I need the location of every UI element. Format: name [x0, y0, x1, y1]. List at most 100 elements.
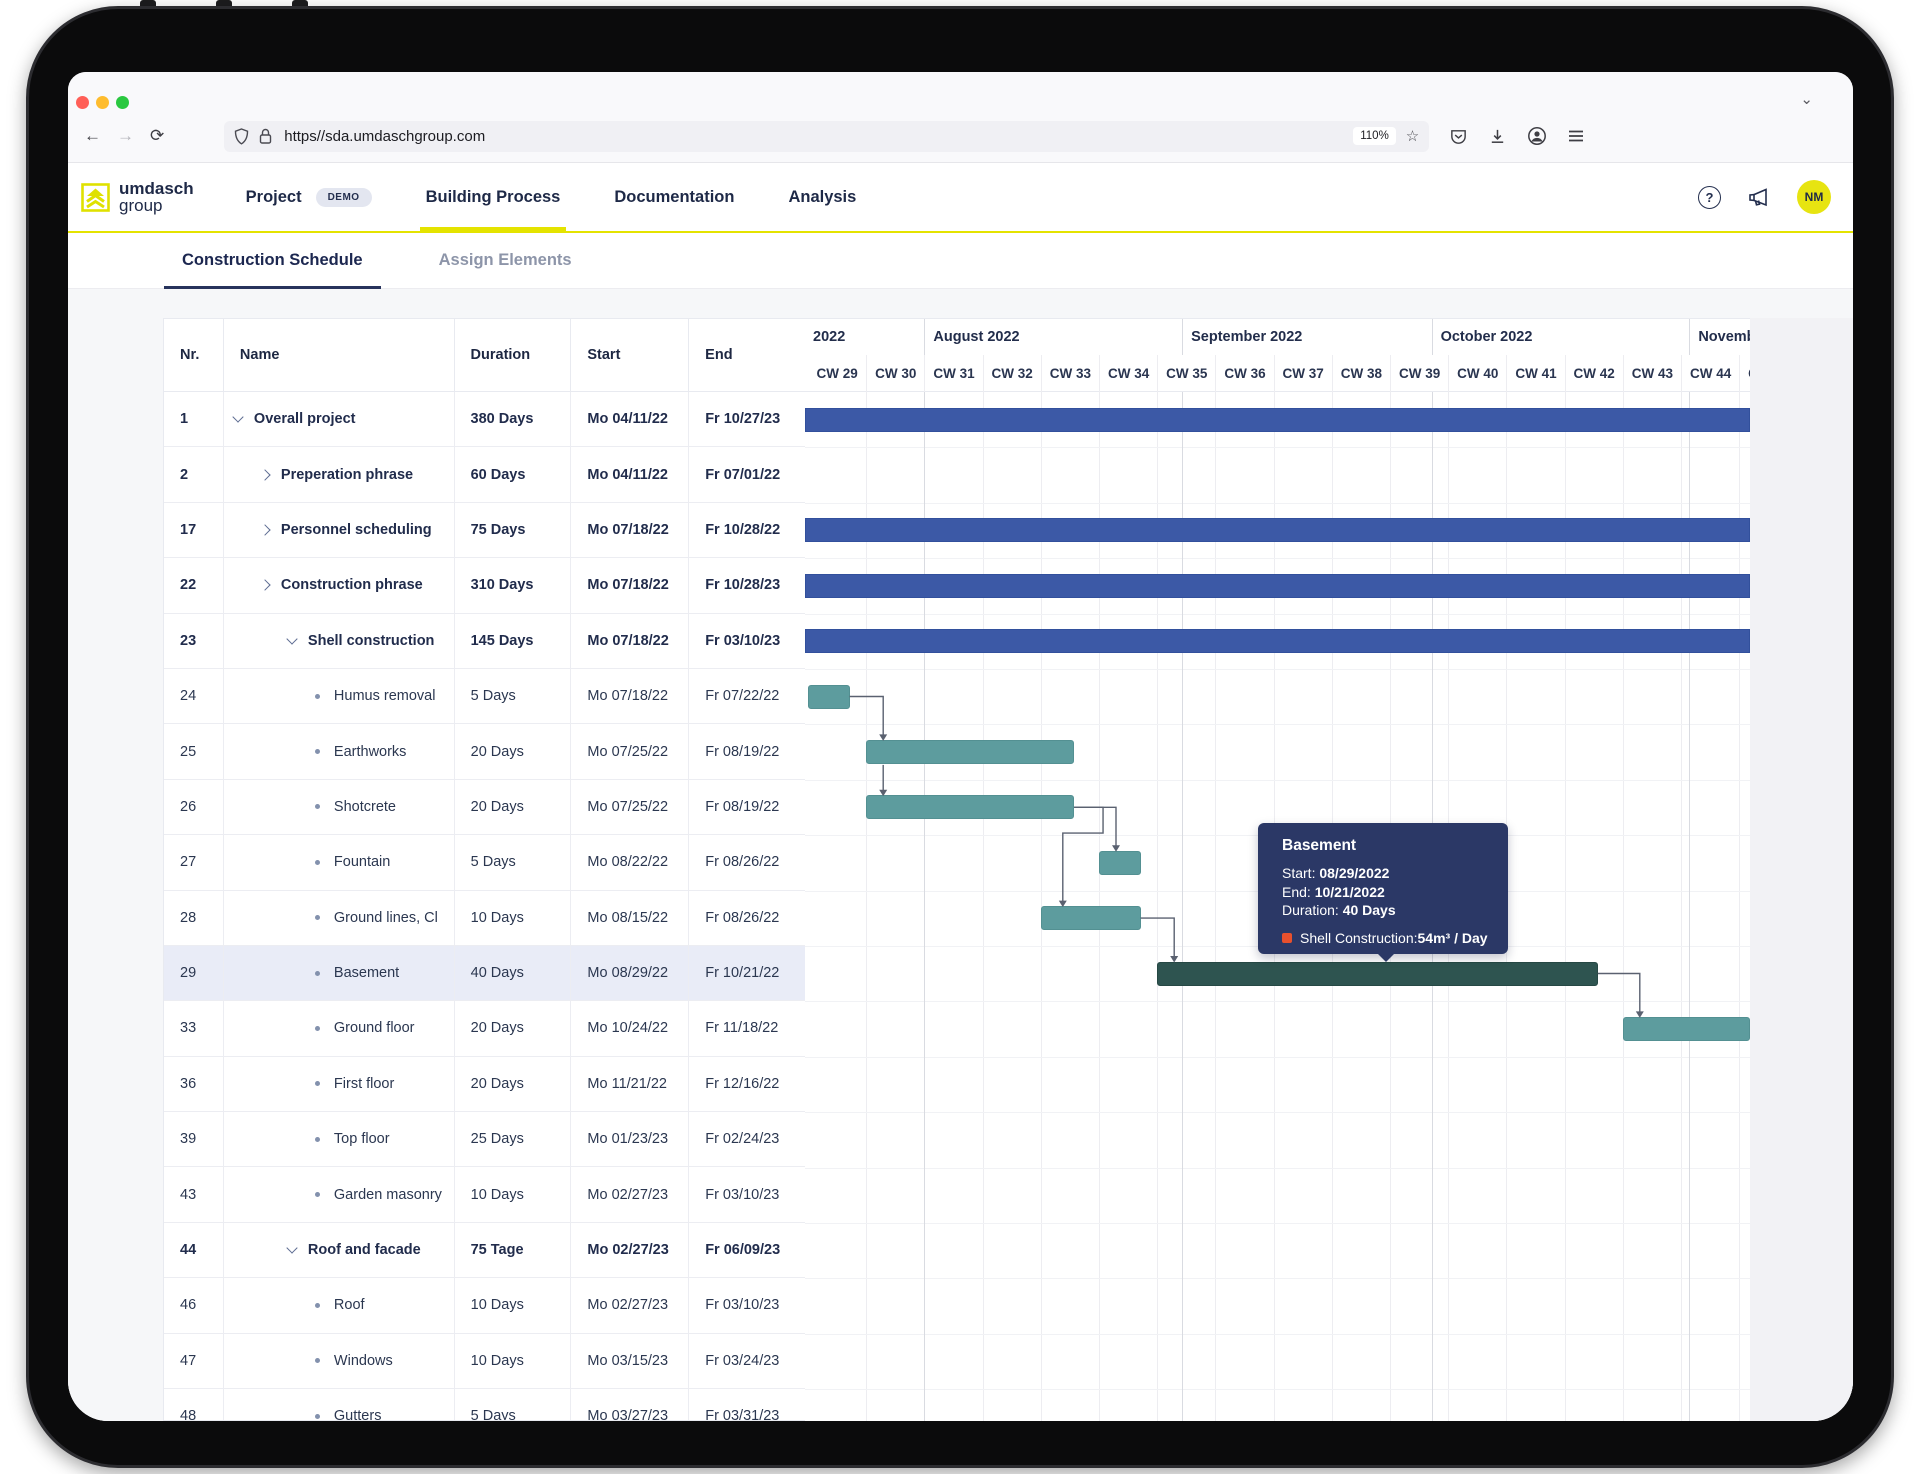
minimize-window-button[interactable]	[96, 96, 109, 109]
tooltip-duration: Duration: 40 Days	[1282, 901, 1508, 920]
page-zoom-badge[interactable]: 110%	[1353, 127, 1396, 145]
forward-icon[interactable]: →	[117, 126, 134, 146]
table-row-26[interactable]: 26Shotcrete20 DaysMo 07/25/22Fr 08/19/22	[164, 780, 805, 835]
cell-end: Fr 11/18/22	[689, 1001, 805, 1055]
chevron-down-icon[interactable]	[232, 412, 243, 423]
column-header-name[interactable]: Name	[224, 319, 455, 391]
cell-duration: 10 Days	[455, 1167, 572, 1221]
cell-duration: 5 Days	[455, 835, 572, 889]
cell-end: Fr 07/01/22	[689, 447, 805, 501]
nav-item-label: Project	[246, 188, 302, 207]
table-row-43[interactable]: 43Garden masonry10 DaysMo 02/27/23Fr 03/…	[164, 1167, 805, 1222]
table-row-28[interactable]: 28Ground lines, Cl10 DaysMo 08/15/22Fr 0…	[164, 891, 805, 946]
chevron-down-icon[interactable]	[286, 1242, 297, 1253]
column-header-nr[interactable]: Nr.	[164, 319, 224, 391]
cell-nr: 28	[164, 891, 224, 945]
avatar[interactable]: NM	[1797, 180, 1831, 214]
lock-icon[interactable]	[259, 128, 272, 145]
table-row-39[interactable]: 39Top floor25 DaysMo 01/23/23Fr 02/24/23	[164, 1112, 805, 1167]
chevron-right-icon[interactable]	[259, 524, 270, 535]
cell-name: Roof	[224, 1278, 455, 1332]
nav-item-building-process[interactable]: Building Process	[426, 163, 561, 231]
shield-icon[interactable]	[234, 128, 249, 145]
cell-name: Gutters	[224, 1389, 455, 1421]
cell-nr: 43	[164, 1167, 224, 1221]
task-name: Fountain	[334, 854, 390, 870]
url-bar[interactable]: https//sda.umdaschgroup.com 110% ☆	[224, 121, 1429, 152]
table-row-33[interactable]: 33Ground floor20 DaysMo 10/24/22Fr 11/18…	[164, 1001, 805, 1056]
table-row-23[interactable]: 23Shell construction145 DaysMo 07/18/22F…	[164, 614, 805, 669]
chevron-right-icon[interactable]	[259, 580, 270, 591]
account-icon[interactable]	[1527, 126, 1547, 146]
cell-duration: 5 Days	[455, 1389, 572, 1421]
cell-duration: 25 Days	[455, 1112, 572, 1166]
cell-end: Fr 08/19/22	[689, 724, 805, 778]
cell-start: Mo 04/11/22	[571, 447, 689, 501]
cell-end: Fr 03/10/23	[689, 614, 805, 668]
cell-duration: 20 Days	[455, 724, 572, 778]
tab-assign-elements[interactable]: Assign Elements	[421, 233, 590, 288]
nav-item-project[interactable]: Project DEMO	[246, 163, 372, 231]
bookmark-star-icon[interactable]: ☆	[1406, 127, 1419, 145]
nav-item-documentation[interactable]: Documentation	[614, 163, 734, 231]
umdasch-logo-text: umdasch group	[119, 180, 194, 215]
column-header-end[interactable]: End	[689, 319, 805, 391]
cell-name: Construction phrase	[224, 558, 455, 612]
cell-start: Mo 02/27/23	[571, 1167, 689, 1221]
table-row-25[interactable]: 25Earthworks20 DaysMo 07/25/22Fr 08/19/2…	[164, 724, 805, 779]
cell-nr: 44	[164, 1223, 224, 1277]
table-row-1[interactable]: 1Overall project380 DaysMo 04/11/22Fr 10…	[164, 392, 805, 447]
table-row-29[interactable]: 29Basement40 DaysMo 08/29/22Fr 10/21/22	[164, 946, 805, 1001]
nav-item-analysis[interactable]: Analysis	[788, 163, 856, 231]
bullet-icon	[315, 1414, 320, 1419]
table-row-27[interactable]: 27Fountain5 DaysMo 08/22/22Fr 08/26/22	[164, 835, 805, 890]
task-name: Ground lines, Cl	[334, 910, 438, 926]
help-icon[interactable]: ?	[1698, 186, 1721, 209]
chevron-right-icon[interactable]	[259, 469, 270, 480]
maximize-window-button[interactable]	[116, 96, 129, 109]
table-row-24[interactable]: 24Humus removal5 DaysMo 07/18/22Fr 07/22…	[164, 669, 805, 724]
nav-item-label: Analysis	[788, 188, 856, 207]
table-row-17[interactable]: 17Personnel scheduling75 DaysMo 07/18/22…	[164, 503, 805, 558]
bullet-icon	[315, 915, 320, 920]
bullet-icon	[315, 804, 320, 809]
back-icon[interactable]: ←	[84, 126, 101, 146]
cell-name: First floor	[224, 1057, 455, 1111]
download-icon[interactable]	[1488, 127, 1507, 146]
chevron-down-icon[interactable]: ⌄	[1800, 90, 1813, 108]
cell-end: Fr 03/31/23	[689, 1389, 805, 1421]
column-header-start[interactable]: Start	[571, 319, 689, 391]
pocket-icon[interactable]	[1449, 127, 1468, 146]
cell-start: Mo 02/27/23	[571, 1223, 689, 1277]
megaphone-icon[interactable]	[1747, 186, 1771, 208]
menu-icon[interactable]	[1567, 127, 1585, 145]
reload-icon[interactable]: ⟳	[150, 126, 164, 146]
table-row-47[interactable]: 47Windows10 DaysMo 03/15/23Fr 03/24/23	[164, 1334, 805, 1389]
table-row-48[interactable]: 48Gutters5 DaysMo 03/27/23Fr 03/31/23	[164, 1389, 805, 1421]
task-name: Gutters	[334, 1408, 382, 1421]
cell-duration: 310 Days	[455, 558, 572, 612]
bullet-icon	[315, 1137, 320, 1142]
table-row-2[interactable]: 2Preperation phrase60 DaysMo 04/11/22Fr …	[164, 447, 805, 502]
tooltip-title: Basement	[1282, 837, 1508, 855]
cell-name: Ground floor	[224, 1001, 455, 1055]
cell-nr: 27	[164, 835, 224, 889]
close-window-button[interactable]	[76, 96, 89, 109]
table-row-22[interactable]: 22Construction phrase310 DaysMo 07/18/22…	[164, 558, 805, 613]
demo-badge: DEMO	[316, 188, 372, 207]
cell-start: Mo 03/27/23	[571, 1389, 689, 1421]
tab-construction-schedule[interactable]: Construction Schedule	[164, 233, 381, 288]
cell-name: Basement	[224, 946, 455, 1000]
cell-end: Fr 08/19/22	[689, 780, 805, 834]
chevron-down-icon[interactable]	[286, 633, 297, 644]
url-text[interactable]: https//sda.umdaschgroup.com	[284, 128, 485, 145]
browser-chrome: ⌄ ← → ⟳ https//sda.umdaschgroup.com 110%…	[68, 72, 1853, 163]
task-name: Windows	[334, 1353, 393, 1369]
table-row-44[interactable]: 44Roof and facade75 TageMo 02/27/23Fr 06…	[164, 1223, 805, 1278]
cell-nr: 26	[164, 780, 224, 834]
column-header-duration[interactable]: Duration	[455, 319, 572, 391]
cell-duration: 5 Days	[455, 669, 572, 723]
cell-start: Mo 07/18/22	[571, 614, 689, 668]
table-row-36[interactable]: 36First floor20 DaysMo 11/21/22Fr 12/16/…	[164, 1057, 805, 1112]
table-row-46[interactable]: 46Roof10 DaysMo 02/27/23Fr 03/10/23	[164, 1278, 805, 1333]
